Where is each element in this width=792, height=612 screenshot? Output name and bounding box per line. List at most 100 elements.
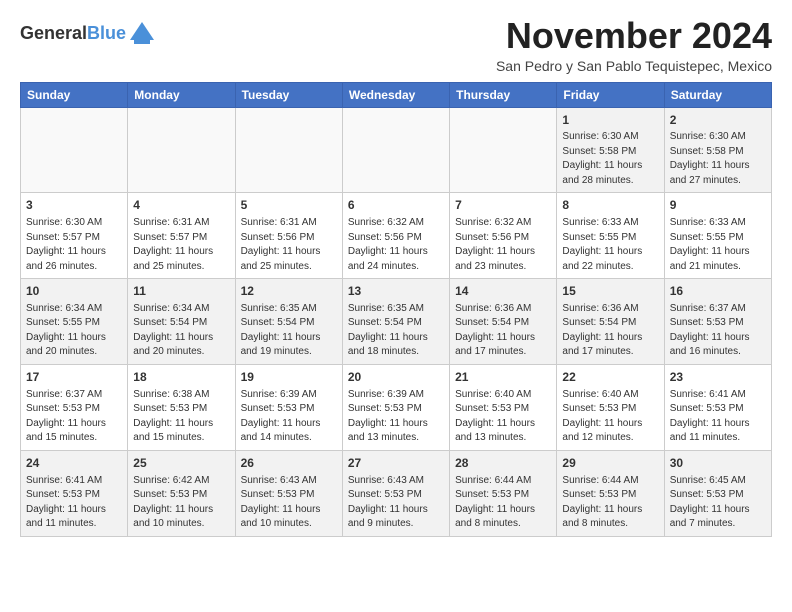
- calendar-cell: 30Sunrise: 6:45 AM Sunset: 5:53 PM Dayli…: [664, 450, 771, 536]
- day-info: Sunrise: 6:38 AM Sunset: 5:53 PM Dayligh…: [133, 388, 229, 446]
- calendar-cell: 20Sunrise: 6:39 AM Sunset: 5:53 PM Dayli…: [342, 364, 449, 450]
- calendar-cell: 15 Sunrise: 6:36 AM Sunset: 5:54 PM Dayli…: [557, 279, 664, 365]
- calendar-cell: [21, 107, 128, 193]
- day-info: Sunrise: 6:40 AM Sunset: 5:53 PM Dayligh…: [562, 388, 658, 446]
- day-number: 17: [26, 369, 122, 386]
- day-header-saturday: Saturday: [664, 82, 771, 107]
- calendar-cell: 13 Sunrise: 6:35 AM Sunset: 5:54 PM Dayli…: [342, 279, 449, 365]
- day-number: 13: [348, 283, 444, 300]
- day-info: Sunrise: 6:30 AM Sunset: 5:58 PM Dayligh…: [562, 130, 658, 188]
- day-number: 19: [241, 369, 337, 386]
- day-number: 3: [26, 197, 122, 214]
- day-number: 5: [241, 197, 337, 214]
- day-info: Sunrise: 6:35 AM Sunset: 5:54 PM Dayligh…: [348, 302, 444, 360]
- calendar-week-2: 3Sunrise: 6:30 AM Sunset: 5:57 PM Daylig…: [21, 193, 772, 279]
- day-info: Sunrise: 6:43 AM Sunset: 5:53 PM Dayligh…: [241, 474, 337, 532]
- day-info: Sunrise: 6:44 AM Sunset: 5:53 PM Dayligh…: [455, 474, 551, 532]
- day-info: Sunrise: 6:35 AM Sunset: 5:54 PM Dayligh…: [241, 302, 337, 360]
- calendar-cell: 17Sunrise: 6:37 AM Sunset: 5:53 PM Dayli…: [21, 364, 128, 450]
- day-number: 9: [670, 197, 766, 214]
- day-number: 10: [26, 283, 122, 300]
- day-info: Sunrise: 6:40 AM Sunset: 5:53 PM Dayligh…: [455, 388, 551, 446]
- calendar-cell: 3Sunrise: 6:30 AM Sunset: 5:57 PM Daylig…: [21, 193, 128, 279]
- day-number: 4: [133, 197, 229, 214]
- day-number: 16: [670, 283, 766, 300]
- calendar-cell: [235, 107, 342, 193]
- calendar-cell: 21 Sunrise: 6:40 AM Sunset: 5:53 PM Dayli…: [450, 364, 557, 450]
- day-number: 24: [26, 455, 122, 472]
- day-info: Sunrise: 6:34 AM Sunset: 5:55 PM Dayligh…: [26, 302, 122, 360]
- calendar-cell: 24Sunrise: 6:41 AM Sunset: 5:53 PM Dayli…: [21, 450, 128, 536]
- calendar-cell: 19 Sunrise: 6:39 AM Sunset: 5:53 PM Dayli…: [235, 364, 342, 450]
- day-number: 2: [670, 112, 766, 129]
- day-number: 20: [348, 369, 444, 386]
- day-info: Sunrise: 6:39 AM Sunset: 5:53 PM Dayligh…: [241, 388, 337, 446]
- day-header-thursday: Thursday: [450, 82, 557, 107]
- calendar-cell: 9Sunrise: 6:33 AM Sunset: 5:55 PM Daylig…: [664, 193, 771, 279]
- calendar-cell: 11 Sunrise: 6:34 AM Sunset: 5:54 PM Dayli…: [128, 279, 235, 365]
- calendar-week-3: 10 Sunrise: 6:34 AM Sunset: 5:55 PM Dayli…: [21, 279, 772, 365]
- calendar-cell: 28Sunrise: 6:44 AM Sunset: 5:53 PM Dayli…: [450, 450, 557, 536]
- day-number: 22: [562, 369, 658, 386]
- calendar-cell: 1Sunrise: 6:30 AM Sunset: 5:58 PM Daylig…: [557, 107, 664, 193]
- day-info: Sunrise: 6:42 AM Sunset: 5:53 PM Dayligh…: [133, 474, 229, 532]
- day-number: 29: [562, 455, 658, 472]
- location-subtitle: San Pedro y San Pablo Tequistepec, Mexic…: [496, 58, 772, 74]
- day-number: 8: [562, 197, 658, 214]
- day-number: 11: [133, 283, 229, 300]
- day-info: Sunrise: 6:41 AM Sunset: 5:53 PM Dayligh…: [670, 388, 766, 446]
- calendar-cell: 7 Sunrise: 6:32 AM Sunset: 5:56 PM Daylig…: [450, 193, 557, 279]
- day-header-tuesday: Tuesday: [235, 82, 342, 107]
- day-header-row: SundayMondayTuesdayWednesdayThursdayFrid…: [21, 82, 772, 107]
- calendar-cell: 16 Sunrise: 6:37 AM Sunset: 5:53 PM Dayli…: [664, 279, 771, 365]
- day-info: Sunrise: 6:34 AM Sunset: 5:54 PM Dayligh…: [133, 302, 229, 360]
- logo: GeneralBlue: [20, 20, 156, 48]
- calendar-cell: 26Sunrise: 6:43 AM Sunset: 5:53 PM Dayli…: [235, 450, 342, 536]
- calendar-cell: 23 Sunrise: 6:41 AM Sunset: 5:53 PM Dayli…: [664, 364, 771, 450]
- calendar-cell: 10 Sunrise: 6:34 AM Sunset: 5:55 PM Dayli…: [21, 279, 128, 365]
- calendar-cell: 5 Sunrise: 6:31 AM Sunset: 5:56 PM Daylig…: [235, 193, 342, 279]
- day-number: 15: [562, 283, 658, 300]
- logo-general-text: General: [20, 23, 87, 43]
- calendar-cell: 6 Sunrise: 6:32 AM Sunset: 5:56 PM Daylig…: [342, 193, 449, 279]
- day-info: Sunrise: 6:44 AM Sunset: 5:53 PM Dayligh…: [562, 474, 658, 532]
- calendar-week-1: 1Sunrise: 6:30 AM Sunset: 5:58 PM Daylig…: [21, 107, 772, 193]
- logo-blue-text: Blue: [87, 23, 126, 43]
- day-info: Sunrise: 6:37 AM Sunset: 5:53 PM Dayligh…: [670, 302, 766, 360]
- calendar-cell: [128, 107, 235, 193]
- day-info: Sunrise: 6:45 AM Sunset: 5:53 PM Dayligh…: [670, 474, 766, 532]
- day-info: Sunrise: 6:32 AM Sunset: 5:56 PM Dayligh…: [455, 216, 551, 274]
- calendar-cell: 12 Sunrise: 6:35 AM Sunset: 5:54 PM Dayli…: [235, 279, 342, 365]
- day-number: 27: [348, 455, 444, 472]
- calendar-cell: 2Sunrise: 6:30 AM Sunset: 5:58 PM Daylig…: [664, 107, 771, 193]
- calendar-body: 1Sunrise: 6:30 AM Sunset: 5:58 PM Daylig…: [21, 107, 772, 536]
- day-info: Sunrise: 6:43 AM Sunset: 5:53 PM Dayligh…: [348, 474, 444, 532]
- calendar-cell: [450, 107, 557, 193]
- day-number: 21: [455, 369, 551, 386]
- day-number: 23: [670, 369, 766, 386]
- day-number: 12: [241, 283, 337, 300]
- day-number: 25: [133, 455, 229, 472]
- day-number: 7: [455, 197, 551, 214]
- calendar-week-4: 17Sunrise: 6:37 AM Sunset: 5:53 PM Dayli…: [21, 364, 772, 450]
- calendar-week-5: 24Sunrise: 6:41 AM Sunset: 5:53 PM Dayli…: [21, 450, 772, 536]
- month-title: November 2024: [496, 16, 772, 56]
- calendar-cell: 8 Sunrise: 6:33 AM Sunset: 5:55 PM Daylig…: [557, 193, 664, 279]
- day-header-friday: Friday: [557, 82, 664, 107]
- calendar-cell: 18Sunrise: 6:38 AM Sunset: 5:53 PM Dayli…: [128, 364, 235, 450]
- calendar-cell: 29 Sunrise: 6:44 AM Sunset: 5:53 PM Dayli…: [557, 450, 664, 536]
- day-number: 6: [348, 197, 444, 214]
- day-info: Sunrise: 6:31 AM Sunset: 5:56 PM Dayligh…: [241, 216, 337, 274]
- day-info: Sunrise: 6:32 AM Sunset: 5:56 PM Dayligh…: [348, 216, 444, 274]
- calendar-cell: 14Sunrise: 6:36 AM Sunset: 5:54 PM Dayli…: [450, 279, 557, 365]
- calendar-header: SundayMondayTuesdayWednesdayThursdayFrid…: [21, 82, 772, 107]
- logo-icon: [128, 20, 156, 48]
- day-header-sunday: Sunday: [21, 82, 128, 107]
- day-info: Sunrise: 6:31 AM Sunset: 5:57 PM Dayligh…: [133, 216, 229, 274]
- title-section: November 2024 San Pedro y San Pablo Tequ…: [496, 16, 772, 74]
- calendar-cell: 22 Sunrise: 6:40 AM Sunset: 5:53 PM Dayli…: [557, 364, 664, 450]
- day-number: 14: [455, 283, 551, 300]
- day-info: Sunrise: 6:33 AM Sunset: 5:55 PM Dayligh…: [562, 216, 658, 274]
- day-info: Sunrise: 6:36 AM Sunset: 5:54 PM Dayligh…: [562, 302, 658, 360]
- calendar-table: SundayMondayTuesdayWednesdayThursdayFrid…: [20, 82, 772, 537]
